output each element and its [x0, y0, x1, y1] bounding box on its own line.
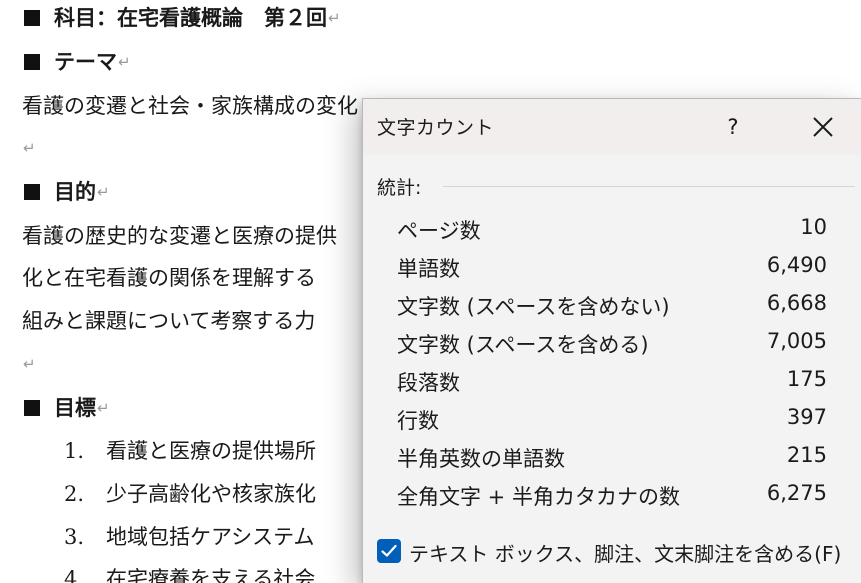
stat-label: 全角文字 + 半角カタカナの数: [397, 485, 680, 509]
theme-heading: テーマ↵: [24, 48, 131, 76]
stat-label: 段落数: [397, 371, 460, 395]
stat-value: 215: [786, 443, 827, 467]
paragraph-mark-icon: ↵: [97, 399, 110, 417]
stat-label: 単語数: [397, 257, 460, 281]
stat-row-words: 単語数 6,490: [397, 249, 827, 287]
goal-text: 在宅療養を支える社会: [106, 567, 316, 583]
theme-heading-text: テーマ: [54, 49, 117, 74]
paragraph-mark-icon: ↵: [23, 139, 36, 157]
statistics-label: 統計:: [377, 177, 422, 199]
stat-value: 7,005: [766, 329, 827, 353]
empty-paragraph: ↵: [22, 134, 36, 162]
bullet-square-icon: [24, 10, 40, 26]
goal-number: 1.: [64, 439, 85, 463]
stat-label: 文字数 (スペースを含めない): [397, 295, 670, 319]
bullet-square-icon: [24, 184, 40, 200]
purpose-heading-text: 目的: [54, 179, 96, 204]
goals-heading: 目標↵: [24, 394, 110, 422]
stat-row-paragraphs: 段落数 175: [397, 363, 827, 401]
goal-number: 3.: [64, 525, 85, 549]
stat-row-lines: 行数 397: [397, 401, 827, 439]
section-divider: [443, 186, 855, 187]
goal-list-item: 3. 地域包括ケアシステム: [64, 523, 315, 551]
dialog-title: 文字カウント: [377, 117, 495, 139]
stat-label: 半角英数の単語数: [397, 447, 565, 471]
goal-text: 看護と医療の提供場所: [106, 439, 316, 463]
goals-heading-text: 目標: [54, 395, 96, 420]
paragraph-mark-icon: ↵: [118, 53, 131, 71]
stat-value: 6,668: [766, 291, 827, 315]
paragraph-mark-icon: ↵: [328, 9, 341, 27]
purpose-line: 組みと課題について考察する力: [22, 309, 316, 333]
checkmark-icon: [381, 544, 397, 557]
stat-label: ページ数: [397, 219, 481, 243]
course-heading: 科目：在宅看護概論 第２回↵: [24, 4, 341, 32]
paragraph-mark-icon: ↵: [23, 355, 36, 373]
goal-number: 2.: [64, 482, 85, 506]
goal-text: 地域包括ケアシステム: [106, 525, 315, 549]
close-icon: [813, 117, 833, 137]
stat-row-chars-no-spaces: 文字数 (スペースを含めない) 6,668: [397, 287, 827, 325]
course-heading-text: 科目：在宅看護概論 第２回: [54, 5, 327, 30]
dialog-titlebar[interactable]: 文字カウント ?: [363, 99, 861, 155]
stat-value: 6,275: [766, 481, 827, 505]
stat-value: 175: [786, 367, 827, 391]
stat-value: 6,490: [766, 253, 827, 277]
paragraph-mark-icon: ↵: [97, 183, 110, 201]
goal-list-item: 4. 在宅療養を支える社会: [64, 565, 315, 583]
bullet-square-icon: [24, 400, 40, 416]
stat-row-pages: ページ数 10: [397, 211, 827, 249]
close-button[interactable]: [799, 107, 847, 147]
include-textboxes-checkbox[interactable]: [377, 539, 401, 563]
include-textboxes-label[interactable]: テキスト ボックス、脚注、文末脚注を含める(F): [409, 538, 841, 567]
help-button[interactable]: ?: [713, 107, 753, 147]
theme-text: 看護の変遷と社会・家族構成の変化: [22, 94, 358, 118]
stat-label: 行数: [397, 409, 439, 433]
goal-list-item: 1. 看護と医療の提供場所: [64, 437, 316, 465]
goal-text: 少子高齢化や核家族化: [106, 482, 316, 506]
stat-value: 10: [800, 215, 827, 239]
help-icon: ?: [727, 115, 739, 139]
stat-row-halfwidth-words: 半角英数の単語数 215: [397, 439, 827, 477]
purpose-line: 看護の歴史的な変遷と医療の提供: [22, 224, 337, 248]
stat-value: 397: [786, 405, 827, 429]
bullet-square-icon: [24, 54, 40, 70]
statistics-list: ページ数 10 単語数 6,490 文字数 (スペースを含めない) 6,668 …: [397, 211, 827, 515]
purpose-heading: 目的↵: [24, 178, 110, 206]
purpose-line: 化と在宅看護の関係を理解する: [22, 266, 316, 290]
stat-row-chars-with-spaces: 文字数 (スペースを含める) 7,005: [397, 325, 827, 363]
goal-number: 4.: [64, 567, 85, 583]
stat-label: 文字数 (スペースを含める): [397, 333, 649, 357]
stat-row-fullwidth-chars: 全角文字 + 半角カタカナの数 6,275: [397, 477, 827, 515]
goal-list-item: 2. 少子高齢化や核家族化: [64, 480, 316, 508]
word-count-dialog: 文字カウント ? 統計: ページ数 10 単語数 6,490 文字数 (スペース…: [362, 98, 861, 583]
empty-paragraph: ↵: [22, 350, 36, 378]
